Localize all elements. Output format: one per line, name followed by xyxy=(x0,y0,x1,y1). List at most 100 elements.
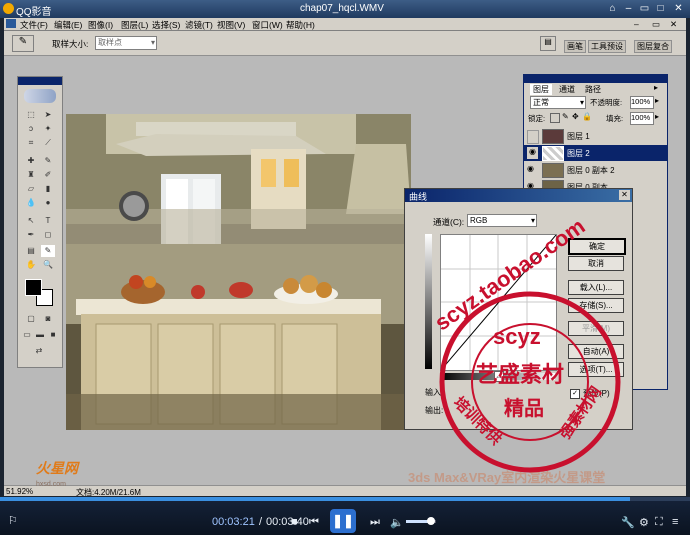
type-tool-icon[interactable]: T xyxy=(41,215,55,227)
tab-paths[interactable]: 路径 xyxy=(582,84,604,95)
layer-row[interactable]: ◉ 图层 0 副本 2 xyxy=(524,162,667,178)
seal-center-mid: 艺盛素材 xyxy=(476,362,565,387)
history-brush-tool-icon[interactable]: ✐ xyxy=(41,169,55,181)
tab-brushes[interactable]: 画笔 xyxy=(564,40,586,53)
site-logo-text: 火星网 xyxy=(36,460,78,476)
standard-mode-icon[interactable]: ▢ xyxy=(24,313,38,325)
opacity-arrow-icon[interactable]: ▸ xyxy=(655,96,659,105)
app-name: QQ影音 xyxy=(16,7,52,18)
gradient-tool-icon[interactable]: ▮ xyxy=(41,183,55,195)
opacity-input[interactable]: 100% xyxy=(630,96,654,109)
sample-size-select[interactable]: 取样点 ▾ xyxy=(95,36,157,50)
eyedropper-tool-icon[interactable]: ✎ xyxy=(12,35,34,52)
eye-icon[interactable]: ◉ xyxy=(527,147,538,159)
eye-icon[interactable]: ◉ xyxy=(527,164,534,173)
restore-button[interactable]: ▭ xyxy=(638,2,651,15)
crop-tool-icon[interactable]: ⌗ xyxy=(24,137,38,149)
palette-well-icon[interactable]: ▤ xyxy=(540,36,556,51)
jump-to-imageready-icon[interactable]: ⇄ xyxy=(24,345,54,357)
lock-transparency-icon[interactable] xyxy=(550,113,560,123)
ps-menubar: 文件(F) 编辑(E) 图像(I) 图层(L) 选择(S) 滤镜(T) 视图(V… xyxy=(4,18,686,31)
menu-layer[interactable]: 图层(L) xyxy=(121,19,148,31)
menu-file[interactable]: 文件(F) xyxy=(20,19,48,31)
menu-view[interactable]: 视图(V) xyxy=(217,19,245,31)
fullscreen-icon[interactable]: ⛶ xyxy=(655,516,663,529)
stamp-tool-icon[interactable]: ♜ xyxy=(24,169,38,181)
kitchen-render-graphic xyxy=(66,114,411,430)
ps-minimize-button[interactable]: – xyxy=(634,19,639,29)
playlist-icon[interactable]: ⚐ xyxy=(8,514,18,527)
layer-row-selected[interactable]: ◉ 图层 2 xyxy=(524,145,667,161)
fill-arrow-icon[interactable]: ▸ xyxy=(655,112,659,121)
progress-bar[interactable] xyxy=(0,497,690,501)
chevron-down-icon: ▾ xyxy=(530,216,535,225)
sample-size-label: 取样大小: xyxy=(52,39,89,49)
site-url: hxsd.com xyxy=(36,481,66,488)
seal-center-top: scyz xyxy=(493,324,541,349)
menu-edit[interactable]: 编辑(E) xyxy=(54,19,82,31)
menu-filter[interactable]: 滤镜(T) xyxy=(185,19,213,31)
blend-mode-select[interactable]: 正常 ▾ xyxy=(530,96,586,109)
hand-tool-icon[interactable]: ✋ xyxy=(24,259,38,271)
close-icon[interactable]: ✕ xyxy=(619,190,630,200)
fill-input[interactable]: 100% xyxy=(630,112,654,125)
settings-icon[interactable]: ⚙ xyxy=(639,516,649,529)
menu-help[interactable]: 帮助(H) xyxy=(286,19,315,31)
move-tool-icon[interactable]: ➤ xyxy=(41,109,55,121)
channel-label: 通道(C): xyxy=(433,217,465,227)
menu-image[interactable]: 图像(I) xyxy=(88,19,113,31)
zoom-tool-icon[interactable]: 🔍 xyxy=(41,259,55,271)
palette-menu-icon[interactable]: ▸ xyxy=(654,83,658,92)
marquee-tool-icon[interactable]: ⬚ xyxy=(24,109,38,121)
play-pause-button[interactable]: ❚❚ xyxy=(330,509,356,533)
shape-tool-icon[interactable]: ◻ xyxy=(41,229,55,241)
pen-tool-icon[interactable]: ✒ xyxy=(24,229,38,241)
magic-wand-tool-icon[interactable]: ✦ xyxy=(41,123,55,135)
volume-icon[interactable]: 🔈 xyxy=(390,516,404,529)
blend-mode-value: 正常 xyxy=(533,98,549,107)
tab-tool-presets[interactable]: 工具预设 xyxy=(588,40,626,53)
screen-mode-2-icon[interactable]: ▬ xyxy=(33,329,47,341)
dodge-tool-icon[interactable]: ● xyxy=(41,197,55,209)
ps-close-button[interactable]: ✕ xyxy=(670,19,677,30)
tab-channels[interactable]: 通道 xyxy=(556,84,578,95)
tab-layers[interactable]: 图层 xyxy=(530,84,552,95)
app-logo-icon xyxy=(3,3,14,14)
path-select-tool-icon[interactable]: ↖ xyxy=(24,215,38,227)
healing-tool-icon[interactable]: ✚ xyxy=(24,155,38,167)
eyedropper-icon[interactable]: ✎ xyxy=(41,245,55,257)
blur-tool-icon[interactable]: 💧 xyxy=(24,197,38,209)
layer-name: 图层 1 xyxy=(567,132,590,141)
minimize-button[interactable]: – xyxy=(622,2,635,15)
next-icon[interactable]: ⏭ xyxy=(370,516,380,529)
menu-window[interactable]: 窗口(W) xyxy=(252,19,283,31)
eraser-tool-icon[interactable]: ▱ xyxy=(24,183,38,195)
menu-icon[interactable]: ≡ xyxy=(672,516,678,528)
lock-position-icon[interactable]: ✥ xyxy=(572,112,579,121)
brush-tool-icon[interactable]: ✎ xyxy=(41,155,55,167)
lasso-tool-icon[interactable]: ↄ xyxy=(24,123,38,135)
menu-select[interactable]: 选择(S) xyxy=(152,19,180,31)
volume-slider[interactable] xyxy=(406,517,436,525)
lock-pixels-icon[interactable]: ✎ xyxy=(562,112,569,121)
stop-icon[interactable]: ■ xyxy=(291,516,298,528)
foreground-color-swatch[interactable] xyxy=(25,279,42,296)
notes-tool-icon[interactable]: ▤ xyxy=(24,245,38,257)
visibility-box[interactable] xyxy=(527,130,539,144)
quick-mask-icon[interactable]: ◙ xyxy=(41,313,55,325)
maximize-button[interactable]: □ xyxy=(654,2,667,15)
cancel-button[interactable]: 取消 xyxy=(568,256,624,271)
lock-all-icon[interactable]: 🔒 xyxy=(582,112,592,121)
previous-icon[interactable]: ⏮ xyxy=(309,516,319,529)
ps-restore-button[interactable]: ▭ xyxy=(652,19,660,30)
slice-tool-icon[interactable]: ⟋ xyxy=(41,137,55,149)
tools-icon[interactable]: 🔧 xyxy=(621,516,635,529)
pin-icon[interactable]: ⌂ xyxy=(606,2,619,15)
tab-layer-comps[interactable]: 图层复合 xyxy=(634,40,672,53)
close-button[interactable]: ✕ xyxy=(672,2,685,15)
screen-mode-3-icon[interactable]: ■ xyxy=(46,329,60,341)
screen-mode-1-icon[interactable]: ▭ xyxy=(20,329,34,341)
channel-select[interactable]: RGB ▾ xyxy=(467,214,537,227)
layer-row[interactable]: 图层 1 xyxy=(524,128,667,144)
volume-knob[interactable] xyxy=(427,517,435,525)
